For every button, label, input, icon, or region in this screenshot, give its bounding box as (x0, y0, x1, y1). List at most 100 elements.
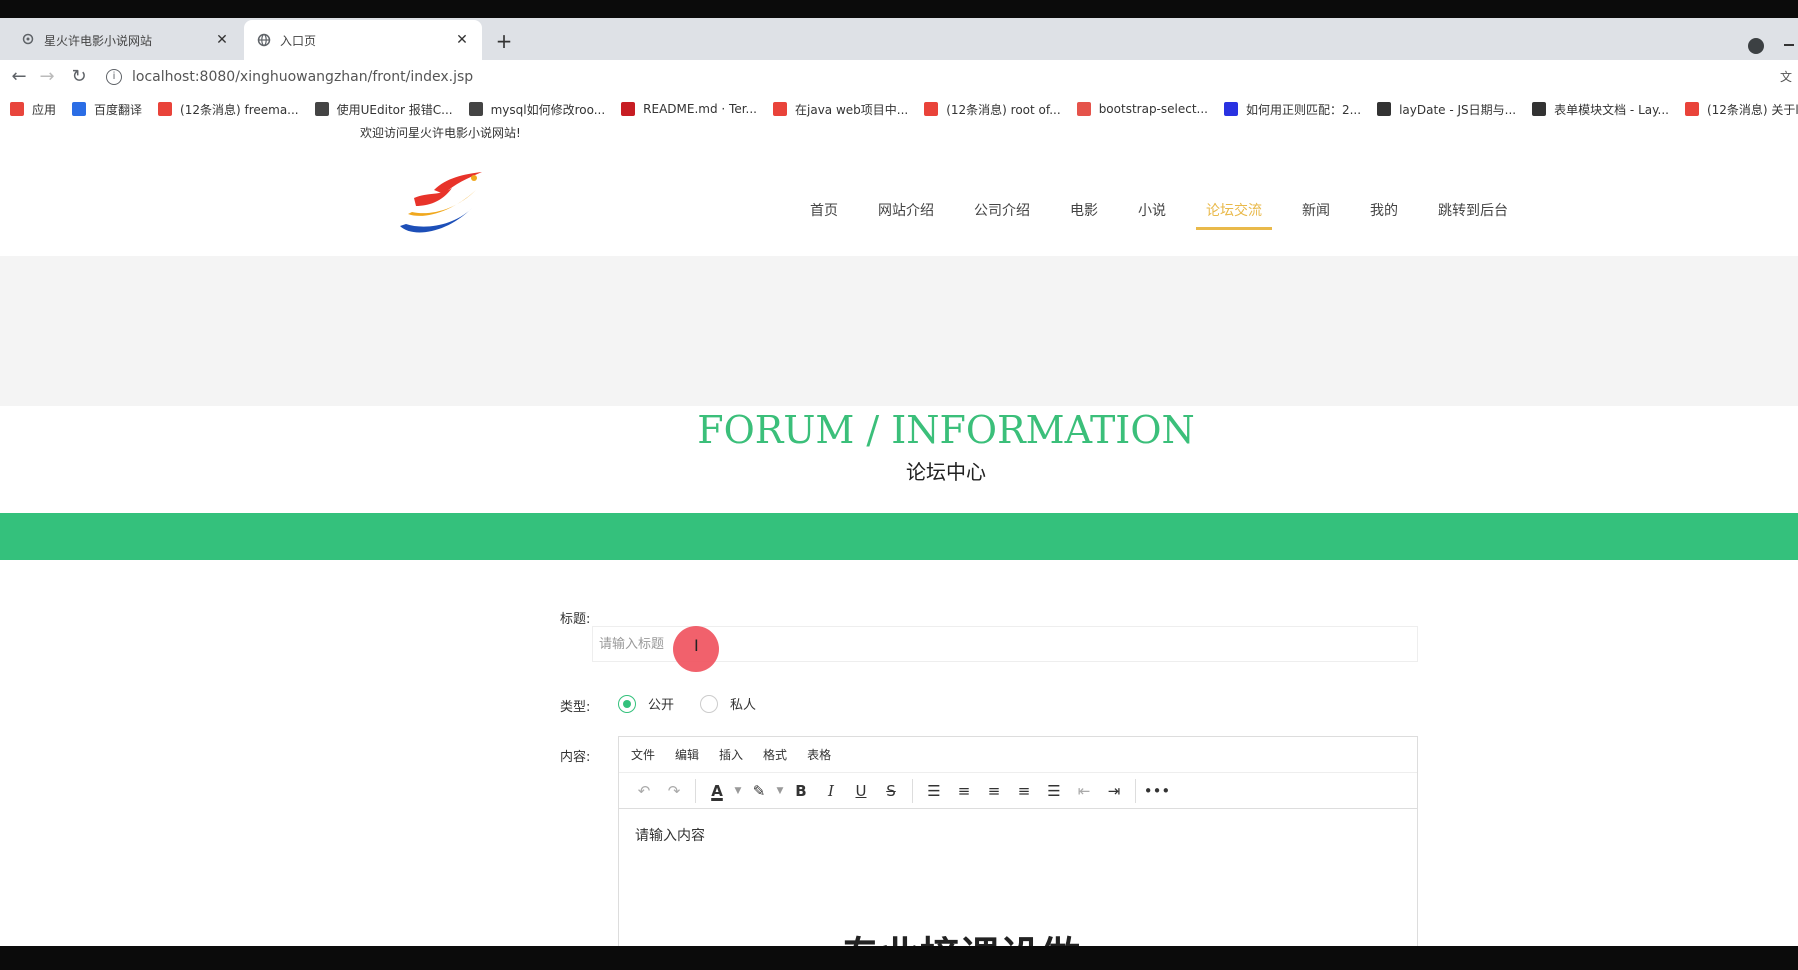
overlay-watermark-text: 专业接课设做 (840, 924, 1080, 946)
screen-top-border (0, 0, 1798, 18)
redo-icon[interactable]: ↷ (659, 778, 689, 804)
bookmark-item[interactable]: 百度翻译 (72, 101, 142, 118)
editor-menu-item[interactable]: 插入 (719, 746, 743, 763)
bookmark-item[interactable]: 如何用正则匹配：2... (1223, 101, 1361, 118)
editor-menu-item[interactable]: 格式 (763, 746, 787, 763)
align-justify-icon[interactable]: ☰ (1039, 778, 1069, 804)
bold-icon[interactable]: B (786, 778, 816, 804)
list-icon[interactable]: ☰ (919, 778, 949, 804)
rich-text-editor: 文件 编辑 插入 格式 表格 ↶ ↷ A ▼ ✎ ▼ B I U S ☰ ≡ ≡ ≡ ☰… (618, 736, 1418, 946)
bookmark-item[interactable]: 使用UEditor 报错C... (314, 101, 453, 118)
address-bar[interactable]: i localhost:8080/xinghuowangzhan/front/i… (106, 64, 1766, 90)
nav-item[interactable]: 首页 (810, 200, 838, 230)
browser-tab-strip: 星火许电影小说网站 ✕ 入口页 ✕ + (0, 18, 1798, 60)
italic-icon[interactable]: I (816, 778, 846, 804)
browser-tab-2[interactable]: 入口页 ✕ (244, 20, 482, 60)
align-center-icon[interactable]: ≡ (979, 778, 1009, 804)
bookmark-label: (12条消息) freema... (180, 102, 299, 117)
translate-icon[interactable]: 文 (1780, 68, 1792, 85)
apps-grid-icon (10, 102, 24, 116)
bookmark-item[interactable]: (12条消息) root of... (924, 101, 1061, 118)
bookmark-item[interactable]: (12条消息) 关于lay (1684, 101, 1798, 118)
bookmark-label: layDate - JS日期与... (1399, 102, 1517, 117)
editor-menu-item[interactable]: 表格 (807, 746, 831, 763)
bookmark-label: mysql如何修改roo... (490, 102, 606, 117)
tab-title: 入口页 (280, 33, 317, 48)
nav-item[interactable]: 新闻 (1302, 200, 1330, 230)
baidu-translate-icon (72, 102, 87, 116)
nav-item[interactable]: 跳转到后台 (1438, 200, 1508, 230)
radio-public[interactable]: 公开 (618, 694, 674, 713)
banner-area (0, 256, 1798, 406)
browser-tab-1[interactable]: 星火许电影小说网站 ✕ (8, 20, 242, 60)
nav-item[interactable]: 公司介绍 (974, 200, 1030, 230)
csdn-icon (924, 102, 939, 116)
toolbar-separator (912, 778, 913, 803)
nav-item[interactable]: 网站介绍 (878, 200, 934, 230)
reload-icon[interactable]: ↻ (68, 66, 90, 88)
close-icon[interactable]: ✕ (454, 32, 470, 48)
chevron-down-icon[interactable]: ▼ (774, 778, 786, 804)
bookmark-item[interactable]: 表单模块文档 - Lay... (1532, 101, 1669, 118)
url-text: localhost:8080/xinghuowangzhan/front/ind… (132, 69, 474, 85)
bookmark-icon (314, 102, 329, 116)
bookmark-label: 使用UEditor 报错C... (336, 102, 453, 117)
align-right-icon[interactable]: ≡ (1009, 778, 1039, 804)
bookmark-item[interactable]: bootstrap-select... (1076, 102, 1208, 116)
nav-item[interactable]: 我的 (1370, 200, 1398, 230)
more-icon[interactable]: ••• (1142, 778, 1172, 804)
nav-item[interactable]: 电影 (1070, 200, 1098, 230)
toolbar-separator (1135, 778, 1136, 803)
radio-label: 私人 (730, 698, 757, 713)
site-logo[interactable] (394, 168, 490, 240)
type-label: 类型: (560, 700, 591, 715)
editor-content[interactable]: 请输入内容 (619, 809, 1417, 861)
nav-item[interactable]: 论坛交流 (1196, 200, 1272, 230)
back-arrow-icon[interactable]: ← (8, 66, 30, 88)
text-color-icon[interactable]: A (702, 778, 732, 804)
text-cursor-icon: I (694, 636, 699, 655)
undo-icon[interactable]: ↶ (629, 778, 659, 804)
bookmark-label: README.md · Ter... (643, 102, 757, 116)
align-left-icon[interactable]: ≡ (949, 778, 979, 804)
indent-icon[interactable]: ⇥ (1099, 778, 1129, 804)
nav-item[interactable]: 小说 (1138, 200, 1166, 230)
radio-private[interactable]: 私人 (700, 694, 756, 713)
location-pin-icon (20, 32, 36, 48)
bookmark-item[interactable]: mysql如何修改roo... (468, 101, 606, 118)
bookmark-item[interactable]: README.md · Ter... (621, 102, 757, 116)
baidu-icon (1223, 102, 1238, 116)
profile-icon[interactable] (1748, 38, 1764, 54)
bookmark-item[interactable]: 应用 (10, 101, 56, 118)
bookmark-label: (12条消息) root of... (946, 102, 1061, 117)
radio-label: 公开 (648, 698, 675, 713)
browser-toolbar: ← → ↻ i localhost:8080/xinghuowangzhan/f… (0, 60, 1798, 94)
screen-bottom-border (0, 946, 1798, 970)
main-nav: 首页 网站介绍 公司介绍 电影 小说 论坛交流 新闻 我的 跳转到后台 (790, 200, 1528, 230)
editor-menu-item[interactable]: 文件 (631, 746, 655, 763)
forward-arrow-icon[interactable]: → (36, 66, 58, 88)
layui-icon (1532, 102, 1547, 116)
bookmark-item[interactable]: (12条消息) freema... (158, 101, 299, 118)
strikethrough-icon[interactable]: S (876, 778, 906, 804)
info-icon[interactable]: i (106, 69, 122, 85)
bookmark-item[interactable]: 在java web项目中... (773, 101, 908, 118)
new-tab-button[interactable]: + (492, 30, 516, 54)
chevron-down-icon[interactable]: ▼ (732, 778, 744, 804)
bookmark-label: (12条消息) 关于lay (1706, 102, 1798, 117)
minimize-icon[interactable] (1784, 44, 1794, 46)
section-divider-bar (0, 513, 1798, 560)
bookmark-label: 表单模块文档 - Lay... (1554, 102, 1669, 117)
editor-menubar: 文件 编辑 插入 格式 表格 (619, 737, 1417, 773)
forum-title-cn: 论坛中心 (906, 460, 986, 484)
bookmark-icon (468, 102, 483, 116)
close-icon[interactable]: ✕ (214, 32, 230, 48)
editor-menu-item[interactable]: 编辑 (675, 746, 699, 763)
bookmark-item[interactable]: layDate - JS日期与... (1377, 101, 1516, 118)
editor-toolbar: ↶ ↷ A ▼ ✎ ▼ B I U S ☰ ≡ ≡ ≡ ☰ ⇤ ⇥ ••• (619, 773, 1417, 809)
highlight-color-icon[interactable]: ✎ (744, 778, 774, 804)
radio-checked-icon (618, 694, 636, 713)
editor-placeholder: 请输入内容 (635, 828, 705, 844)
underline-icon[interactable]: U (846, 778, 876, 804)
outdent-icon[interactable]: ⇤ (1069, 778, 1099, 804)
